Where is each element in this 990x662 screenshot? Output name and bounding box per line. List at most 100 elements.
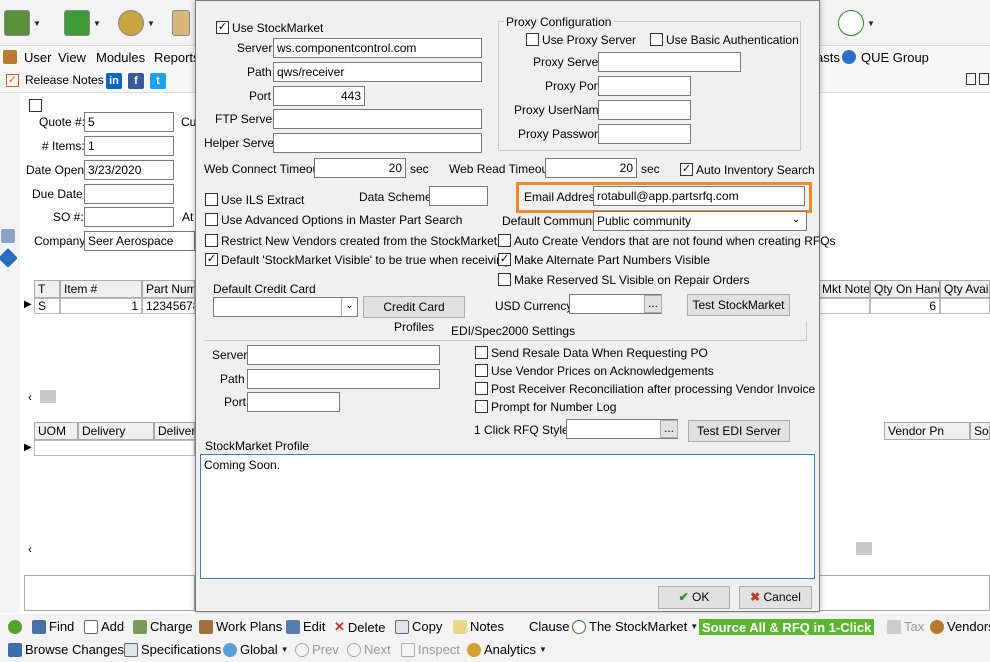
scroll-left-icon[interactable]: ‹ bbox=[28, 390, 32, 404]
inspect-button[interactable]: Inspect bbox=[401, 642, 460, 657]
default-visible-checkbox[interactable]: ✓ bbox=[205, 253, 218, 266]
global-button[interactable]: Global ▼ bbox=[223, 642, 289, 657]
source-all-rfq-button[interactable]: Source All & RFQ in 1-Click bbox=[699, 619, 875, 635]
credit-card-select[interactable] bbox=[213, 297, 358, 317]
shipping-button[interactable] bbox=[172, 6, 192, 40]
reserved-visible-checkbox[interactable] bbox=[498, 273, 511, 286]
edi-port-input[interactable] bbox=[247, 392, 340, 412]
profile-textarea[interactable]: Coming Soon. bbox=[200, 454, 815, 579]
grid-cell-t[interactable]: S bbox=[34, 298, 60, 314]
grid2-header-delivery2[interactable]: Delivery bbox=[154, 422, 195, 440]
port-input[interactable]: 443 bbox=[273, 86, 365, 106]
printer-icon[interactable] bbox=[1, 229, 15, 243]
menu-reports[interactable]: Reports bbox=[154, 50, 200, 65]
facebook-icon[interactable]: f bbox=[128, 73, 144, 89]
grid2-row[interactable] bbox=[34, 440, 195, 456]
charge-button[interactable]: Charge bbox=[133, 619, 193, 634]
grid-header-t[interactable]: T bbox=[34, 280, 60, 298]
use-basic-auth-checkbox[interactable] bbox=[650, 33, 663, 46]
grid-header-item[interactable]: Item # bbox=[60, 280, 142, 298]
menu-user[interactable]: User bbox=[24, 50, 51, 65]
proxy-port-input[interactable] bbox=[598, 76, 691, 96]
menu-que-group[interactable]: QUE Group bbox=[861, 50, 929, 65]
data-scheme-input[interactable] bbox=[429, 186, 488, 206]
add-button[interactable]: Add bbox=[84, 619, 124, 634]
find-button[interactable]: Find bbox=[32, 619, 74, 634]
grid2-header-vendor-pn[interactable]: Vendor Pn bbox=[884, 422, 970, 440]
edit-docs-button[interactable]: ▼ bbox=[64, 6, 110, 40]
ftp-server-input[interactable] bbox=[273, 109, 482, 129]
menu-modules[interactable]: Modules bbox=[96, 50, 145, 65]
release-notes-link[interactable]: Release Notes bbox=[25, 73, 104, 87]
next-button[interactable]: Next bbox=[347, 642, 391, 657]
test-stockmarket-button[interactable]: Test StockMarket bbox=[687, 294, 790, 316]
ok-button[interactable]: ✔ OK bbox=[658, 586, 730, 609]
finance-button[interactable]: ▼ bbox=[118, 6, 164, 40]
rfq-style-browse-button[interactable]: ... bbox=[660, 420, 678, 438]
use-advanced-checkbox[interactable] bbox=[205, 213, 218, 226]
prompt-number-checkbox[interactable] bbox=[475, 400, 488, 413]
edi-server-input[interactable] bbox=[247, 345, 440, 365]
analytics-button[interactable]: Analytics ▼ bbox=[467, 642, 547, 657]
quote-input[interactable]: 5 bbox=[84, 112, 174, 132]
use-vendor-prices-checkbox[interactable] bbox=[475, 364, 488, 377]
grid-header-qty-avail[interactable]: Qty Availa bbox=[940, 280, 990, 298]
vendors-button[interactable]: Vendors bbox=[930, 619, 990, 634]
web-read-input[interactable]: 20 bbox=[545, 158, 637, 178]
so-input[interactable] bbox=[84, 207, 174, 227]
path-input[interactable]: qws/receiver bbox=[273, 62, 482, 82]
tax-button[interactable]: Tax bbox=[887, 619, 924, 634]
helper-server-input[interactable] bbox=[273, 133, 482, 153]
network-button[interactable]: ▼ bbox=[838, 6, 884, 40]
grid-header-part[interactable]: Part Numb bbox=[142, 280, 195, 298]
default-community-select[interactable]: Public community bbox=[593, 211, 807, 231]
quote-checkbox[interactable] bbox=[29, 99, 42, 112]
send-resale-checkbox[interactable] bbox=[475, 346, 488, 359]
copy-button[interactable]: Copy bbox=[395, 619, 442, 634]
diamond-icon[interactable] bbox=[0, 248, 18, 268]
grid-cell-qty-avail[interactable] bbox=[940, 298, 990, 314]
grid-header-qty-on-hand[interactable]: Qty On Hand bbox=[870, 280, 940, 298]
browse-changes-button[interactable]: Browse Changes bbox=[8, 642, 124, 657]
scrollbar-thumb-right[interactable] bbox=[856, 542, 872, 555]
delete-button[interactable]: ✕ Delete bbox=[334, 619, 385, 635]
twitter-icon[interactable]: t bbox=[150, 73, 166, 89]
specifications-button[interactable]: Specifications bbox=[124, 642, 221, 657]
server-input[interactable]: ws.componentcontrol.com bbox=[273, 38, 482, 58]
use-ils-checkbox[interactable] bbox=[205, 193, 218, 206]
restore-window-icon[interactable] bbox=[966, 73, 976, 85]
company-input[interactable]: Seer Aerospace bbox=[84, 231, 195, 251]
cancel-button[interactable]: ✖ Cancel bbox=[739, 586, 812, 609]
auto-inventory-checkbox[interactable]: ✓ bbox=[680, 163, 693, 176]
window-icon[interactable] bbox=[979, 73, 989, 85]
edi-path-input[interactable] bbox=[247, 369, 440, 389]
work-plans-button[interactable]: Work Plans bbox=[199, 619, 282, 634]
alternate-visible-checkbox[interactable]: ✓ bbox=[498, 253, 511, 266]
grid-cell-part[interactable]: 12345678 bbox=[142, 298, 195, 314]
grid-cell-mkt-notes[interactable] bbox=[818, 298, 870, 314]
chevron-down-icon[interactable]: ⌄ bbox=[341, 298, 357, 316]
grid2-header-source[interactable]: Sou bbox=[970, 422, 990, 440]
clause-button[interactable]: Clause bbox=[529, 619, 569, 634]
items-input[interactable]: 1 bbox=[84, 136, 174, 156]
stockmarket-menu-button[interactable]: The StockMarket ▼ bbox=[572, 619, 698, 634]
scrollbar-thumb[interactable] bbox=[40, 390, 56, 403]
web-connect-input[interactable]: 20 bbox=[314, 158, 406, 178]
email-input[interactable]: rotabull@app.partsrfq.com bbox=[593, 186, 805, 206]
proxy-username-input[interactable] bbox=[598, 100, 691, 120]
date-open-input[interactable]: 3/23/2020 bbox=[84, 160, 174, 180]
test-edi-server-button[interactable]: Test EDI Server bbox=[688, 420, 790, 442]
edit-button[interactable]: Edit bbox=[286, 619, 325, 634]
grid-header-mkt-notes[interactable]: Mkt Notes bbox=[818, 280, 870, 298]
refresh-icon[interactable] bbox=[8, 620, 22, 634]
chevron-down-icon[interactable]: ⌄ bbox=[792, 214, 800, 225]
grid2-header-delivery[interactable]: Delivery bbox=[78, 422, 154, 440]
restrict-vendors-checkbox[interactable] bbox=[205, 234, 218, 247]
prev-button[interactable]: Prev bbox=[295, 642, 339, 657]
use-proxy-checkbox[interactable] bbox=[526, 33, 539, 46]
credit-card-profiles-button[interactable]: Credit Card Profiles bbox=[363, 296, 465, 334]
post-receiver-checkbox[interactable] bbox=[475, 382, 488, 395]
proxy-server-input[interactable] bbox=[598, 52, 741, 72]
grid-cell-qty-on-hand[interactable]: 6 bbox=[870, 298, 940, 314]
notes-button[interactable]: Notes bbox=[453, 619, 504, 634]
